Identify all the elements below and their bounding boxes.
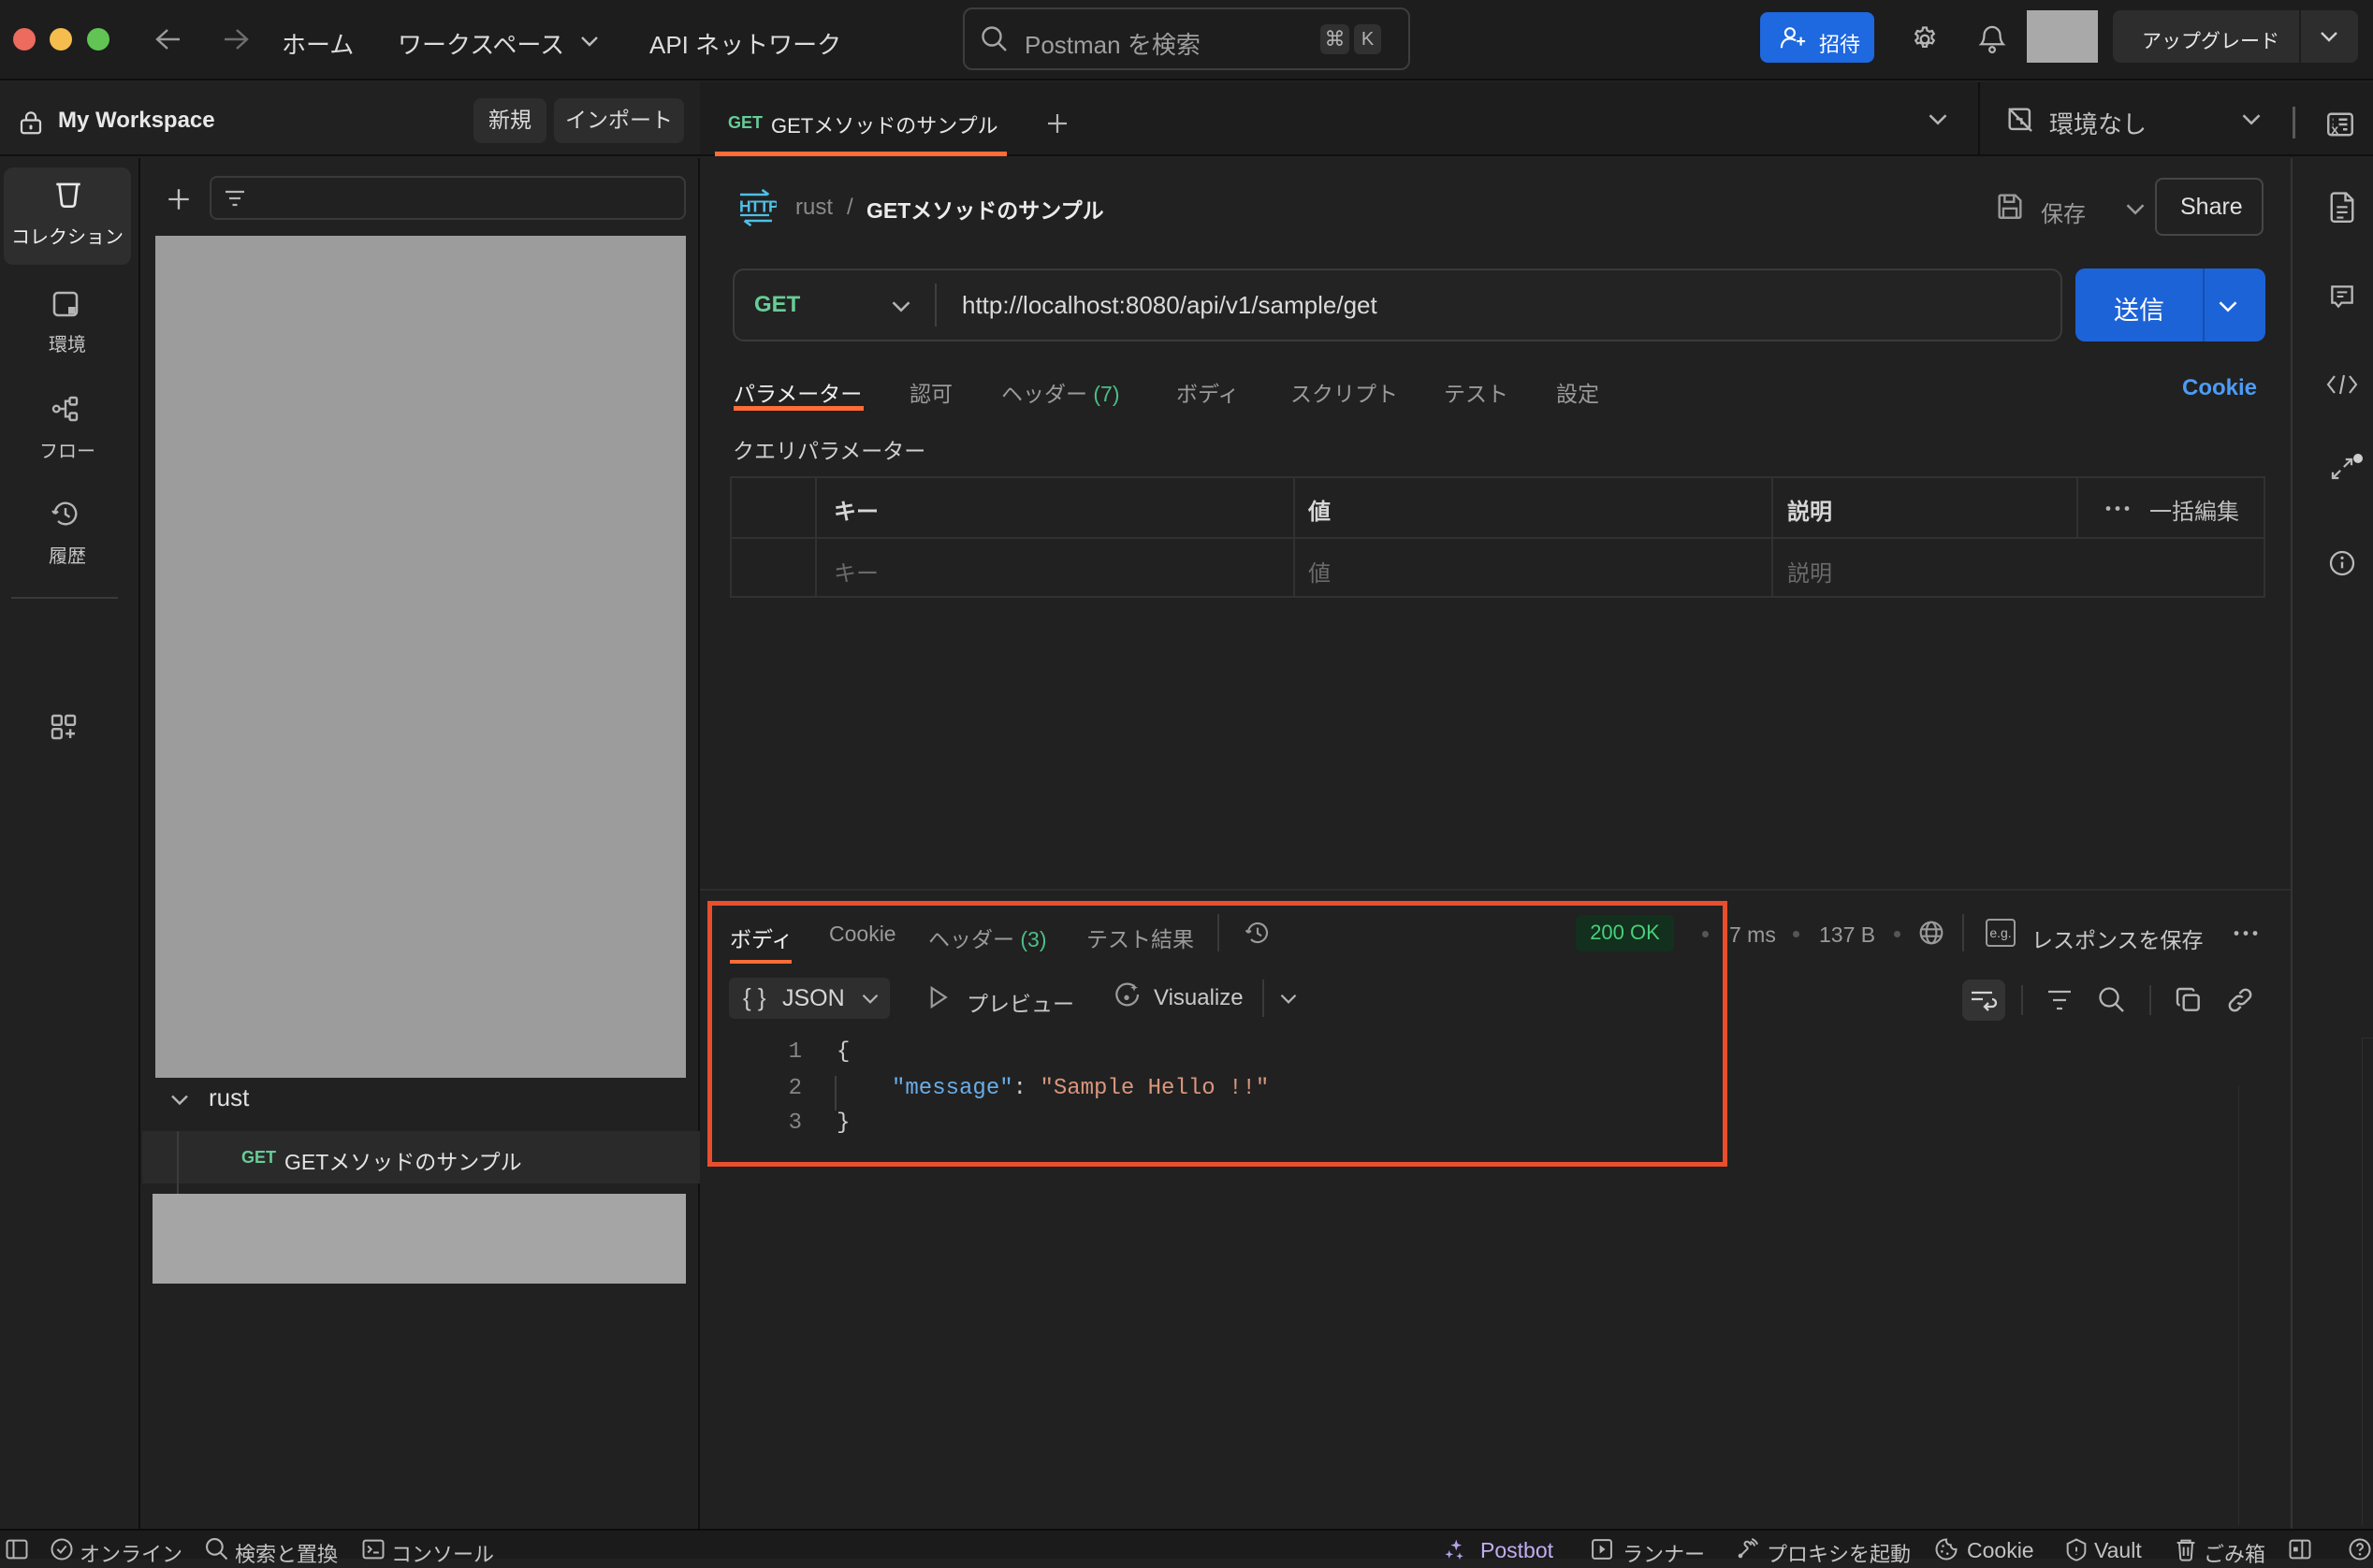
svg-text:x: x (2331, 123, 2338, 138)
svg-text:HTTP: HTTP (739, 197, 777, 216)
